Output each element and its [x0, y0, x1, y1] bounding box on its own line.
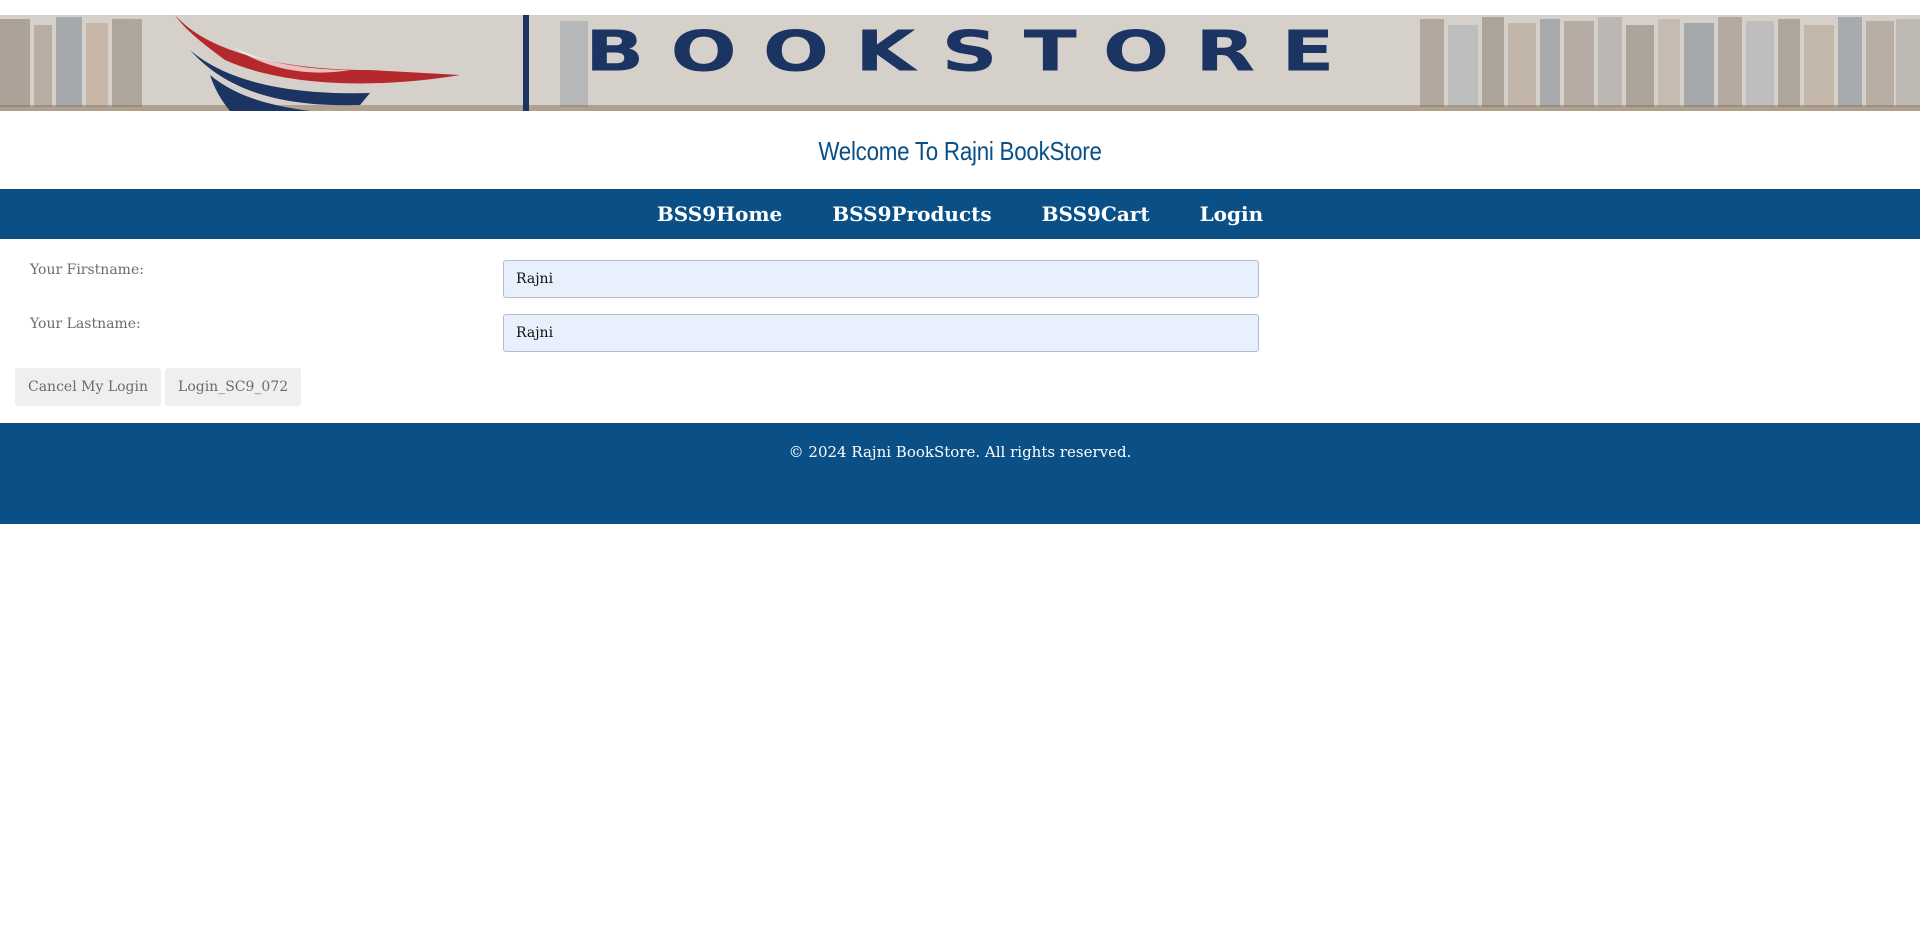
- logo-divider: [523, 15, 529, 111]
- nav-item-products[interactable]: BSS9Products: [832, 202, 991, 226]
- cancel-login-button[interactable]: Cancel My Login: [15, 368, 162, 406]
- bookstore-logo-text: BOOKSTORE: [585, 19, 1361, 85]
- footer-copyright: © 2024 Rajni BookStore. All rights reser…: [788, 443, 1132, 461]
- lastname-input[interactable]: [503, 314, 1259, 352]
- lastname-row: Your Lastname:: [0, 314, 1920, 354]
- lastname-label: Your Lastname:: [30, 316, 141, 332]
- footer: © 2024 Rajni BookStore. All rights reser…: [0, 423, 1920, 524]
- header-banner: BOOKSTORE: [0, 15, 1920, 111]
- firstname-input[interactable]: [503, 260, 1259, 298]
- main-nav: BSS9Home BSS9Products BSS9Cart Login: [0, 189, 1920, 239]
- firstname-row: Your Firstname:: [0, 260, 1920, 300]
- nav-item-login[interactable]: Login: [1200, 202, 1264, 226]
- login-submit-button[interactable]: Login_SC9_072: [165, 368, 302, 406]
- welcome-title: Welcome To Rajni BookStore: [818, 136, 1102, 166]
- nav-item-home[interactable]: BSS9Home: [657, 202, 782, 226]
- eagle-logo-icon: [175, 15, 460, 111]
- nav-item-cart[interactable]: BSS9Cart: [1042, 202, 1150, 226]
- firstname-label: Your Firstname:: [30, 262, 144, 278]
- form-buttons: Cancel My Login Login_SC9_072: [15, 368, 302, 406]
